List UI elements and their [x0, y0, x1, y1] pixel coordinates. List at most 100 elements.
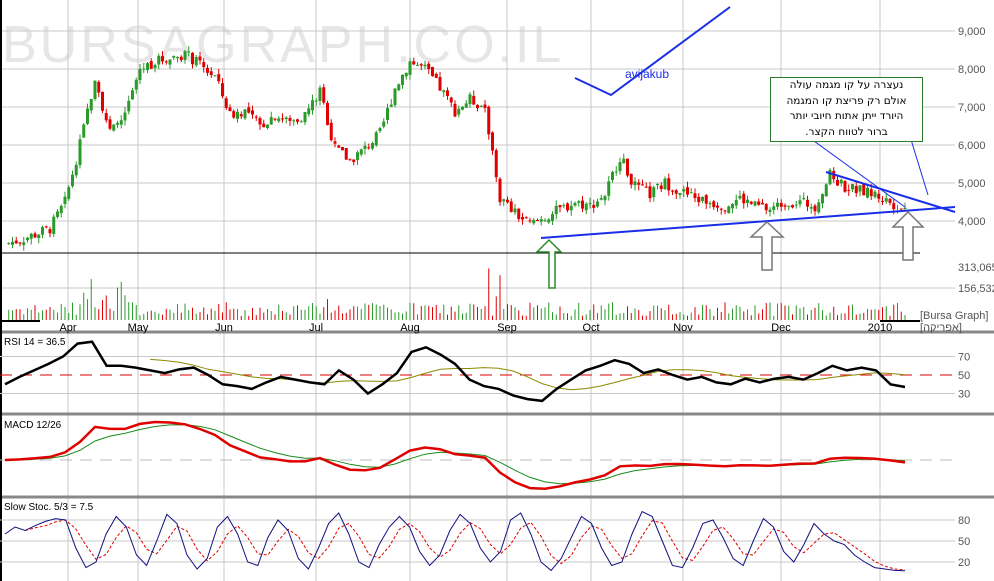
candle-body	[847, 189, 851, 191]
candle-body	[678, 192, 682, 196]
candle-body	[622, 158, 626, 164]
candle-body	[566, 203, 569, 211]
candle-body	[738, 195, 742, 199]
candle-body	[412, 61, 416, 65]
price-axis-label: 5,000	[958, 178, 986, 190]
candle-body	[464, 103, 468, 108]
candle-body	[768, 209, 772, 212]
rsi-axis-label: 50	[958, 370, 970, 382]
candle-body	[344, 148, 348, 160]
month-label: Nov	[673, 322, 693, 334]
candle-body	[509, 201, 513, 212]
candle-body	[551, 214, 554, 221]
candle-body	[723, 210, 727, 212]
candle-body	[198, 56, 202, 61]
candle-body	[416, 64, 419, 66]
candle-body	[277, 118, 281, 122]
stoch-axis-label: 50	[958, 536, 970, 548]
candle-body	[434, 73, 438, 78]
candle-body	[408, 61, 412, 75]
candle-body	[292, 120, 296, 122]
candle-body	[858, 185, 862, 192]
candle-body	[888, 198, 892, 203]
month-label: Aug	[400, 322, 420, 334]
candle-body	[652, 187, 656, 198]
candle-body	[243, 109, 247, 119]
candle-body	[239, 114, 243, 117]
candle-body	[281, 118, 284, 120]
candle-body	[824, 184, 828, 197]
candle-body	[491, 132, 494, 151]
candle-body	[146, 63, 149, 71]
candle-body	[727, 206, 731, 214]
candle-body	[697, 196, 701, 203]
candle-body	[209, 71, 213, 76]
candle-body	[866, 187, 869, 198]
candle-body	[187, 51, 191, 53]
candle-body	[903, 207, 907, 209]
candle-body	[352, 159, 356, 162]
candle-body	[573, 202, 577, 206]
candle-body	[476, 104, 479, 109]
candle-body	[776, 202, 779, 207]
candle-body	[596, 201, 599, 207]
candle-body	[131, 90, 134, 100]
candle-body	[562, 205, 566, 207]
price-axis-label: 4,000	[958, 216, 986, 228]
candle-body	[397, 84, 401, 91]
candle-body	[37, 234, 41, 239]
candle-body	[881, 200, 884, 202]
candle-body	[629, 173, 633, 185]
candle-body	[716, 205, 719, 208]
candle-body	[532, 219, 536, 224]
candle-body	[869, 189, 873, 197]
candle-body	[536, 220, 539, 222]
macd-line	[4, 420, 906, 490]
source-label: [Bursa Graph]	[920, 310, 988, 322]
candle-body	[483, 104, 487, 108]
candle-body	[104, 113, 108, 121]
candle-body	[82, 124, 86, 138]
candle-body	[704, 195, 708, 204]
candle-body	[877, 193, 881, 199]
candle-body	[836, 179, 839, 186]
rsi-line	[4, 340, 906, 403]
candle-body	[892, 203, 896, 210]
candle-body	[359, 149, 363, 155]
candle-body	[296, 119, 299, 122]
candle-body	[14, 240, 18, 244]
candle-body	[138, 68, 142, 81]
candle-body	[52, 216, 56, 235]
candle-body	[671, 190, 674, 192]
candle-body	[123, 112, 127, 121]
candle-body	[588, 203, 592, 205]
candle-body	[423, 64, 427, 67]
candle-body	[779, 202, 783, 207]
candle-body	[656, 183, 659, 186]
candle-body	[101, 91, 104, 111]
candle-body	[183, 51, 187, 61]
candle-body	[787, 205, 791, 207]
candle-body	[558, 205, 562, 208]
candle-body	[446, 90, 449, 96]
candle-body	[577, 201, 581, 203]
month-label: 2010	[868, 322, 892, 334]
candle-body	[116, 122, 119, 125]
candle-body	[438, 77, 442, 91]
candle-body	[798, 200, 802, 205]
candle-body	[419, 64, 423, 66]
candle-body	[303, 112, 307, 123]
volume-axis-label: 313,065	[958, 262, 994, 274]
candle-body	[584, 203, 588, 211]
candle-body	[326, 102, 329, 125]
note-line: היורד ייתן אתות חיובי יותר	[789, 110, 904, 122]
candle-body	[262, 123, 266, 128]
candle-body	[611, 171, 614, 181]
candle-body	[614, 171, 618, 173]
candle-body	[806, 199, 809, 207]
candle-body	[269, 117, 273, 125]
candle-body	[341, 147, 344, 151]
candle-body	[179, 56, 183, 61]
candle-body	[371, 143, 374, 149]
candle-body	[626, 158, 629, 176]
